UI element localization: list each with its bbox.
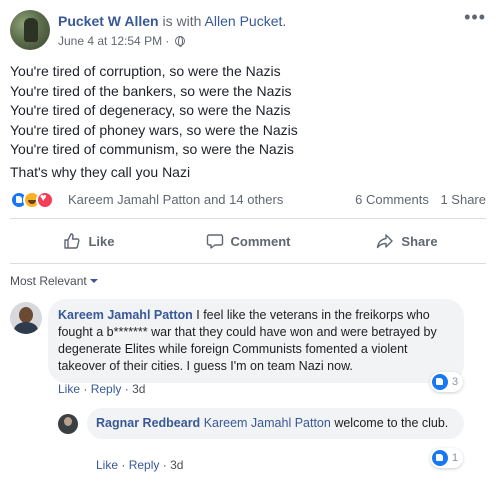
reply-bubble: Ragnar Redbeard Kareem Jamahl Patton wel…: [87, 408, 464, 439]
comments-count[interactable]: 6 Comments: [355, 192, 429, 207]
thumbs-up-icon: [64, 233, 81, 249]
meta-separator: ·: [162, 458, 167, 472]
post-author-line: Pucket W Allen is with Allen Pucket.: [58, 12, 286, 30]
comment-reaction-badge[interactable]: 3: [430, 372, 464, 392]
comment-age[interactable]: 3d: [132, 382, 145, 396]
reply-author[interactable]: Ragnar Redbeard: [96, 416, 200, 430]
post-line: You're tired of the bankers, so were the…: [10, 82, 292, 99]
love-icon: [36, 191, 54, 209]
post-line: You're tired of phoney wars, so were the…: [10, 121, 298, 138]
engagement-counts: 6 Comments 1 Share: [355, 192, 486, 207]
like-icon: [432, 450, 448, 466]
post-header: Pucket W Allen is with Allen Pucket. Jun…: [10, 8, 486, 52]
post-author-name[interactable]: Pucket W Allen: [58, 13, 159, 29]
meta-separator: ·: [124, 382, 129, 396]
comment-like-link[interactable]: Like: [58, 382, 80, 396]
reply-reply-link[interactable]: Reply: [129, 458, 160, 472]
chevron-down-icon: [89, 279, 98, 283]
shares-count[interactable]: 1 Share: [440, 192, 486, 207]
like-label: Like: [88, 233, 115, 249]
post-line: You're tired of corruption, so were the …: [10, 63, 281, 79]
meta-separator: ·: [83, 382, 88, 396]
post-actions: Like Comment Share: [10, 224, 486, 258]
comment-author[interactable]: Kareem Jamahl Patton: [58, 308, 193, 322]
author-avatar[interactable]: [10, 10, 50, 50]
divider: [10, 218, 486, 219]
comment-avatar[interactable]: [10, 302, 42, 334]
comment-actions: Like · Reply · 3d: [58, 382, 145, 396]
divider: [10, 263, 486, 264]
globe-icon[interactable]: [174, 36, 185, 47]
post-timestamp[interactable]: June 4 at 12:54 PM: [58, 34, 162, 48]
reply-age[interactable]: 3d: [170, 458, 183, 472]
comment-label: Comment: [230, 233, 291, 249]
reply-avatar[interactable]: [58, 414, 78, 434]
post-body: You're tired of corruption, so were the …: [10, 62, 486, 160]
post-line: You're tired of degeneracy, so were the …: [10, 102, 291, 119]
meta-separator: ·: [165, 34, 170, 48]
reaction-icons[interactable]: [10, 191, 64, 209]
share-button[interactable]: Share: [328, 224, 486, 258]
reply-mention[interactable]: Kareem Jamahl Patton: [204, 416, 331, 430]
post-closing-line: That's why they call you Nazi: [10, 164, 191, 180]
is-with-text: is with: [162, 13, 202, 29]
ellipsis-icon[interactable]: •••: [464, 8, 486, 26]
comment-sort-dropdown[interactable]: Most Relevant: [10, 274, 98, 288]
post-meta: June 4 at 12:54 PM ·: [58, 33, 185, 49]
post-line: You're tired of communism, so were the N…: [10, 141, 294, 158]
share-label: Share: [401, 233, 438, 249]
sort-label: Most Relevant: [10, 274, 87, 288]
meta-separator: ·: [121, 458, 126, 472]
reply-reaction-badge[interactable]: 1: [430, 448, 464, 468]
comment-bubble: Kareem Jamahl Patton I feel like the vet…: [48, 299, 464, 383]
reply-reaction-count: 1: [452, 452, 459, 464]
like-icon: [432, 374, 448, 390]
reply-text: welcome to the club.: [334, 416, 449, 430]
like-button[interactable]: Like: [10, 224, 168, 258]
comment-icon: [206, 234, 223, 249]
reaction-names[interactable]: Kareem Jamahl Patton and 14 others: [68, 192, 283, 207]
tagged-user-name[interactable]: Allen Pucket.: [205, 13, 287, 29]
comment-reply-link[interactable]: Reply: [91, 382, 122, 396]
comment-reaction-count: 3: [452, 376, 459, 388]
reply-like-link[interactable]: Like: [96, 458, 118, 472]
comment-button[interactable]: Comment: [169, 224, 327, 258]
reactions-bar: Kareem Jamahl Patton and 14 others 6 Com…: [10, 190, 486, 210]
share-icon: [377, 234, 394, 249]
reply-actions: Like · Reply · 3d: [96, 458, 183, 472]
